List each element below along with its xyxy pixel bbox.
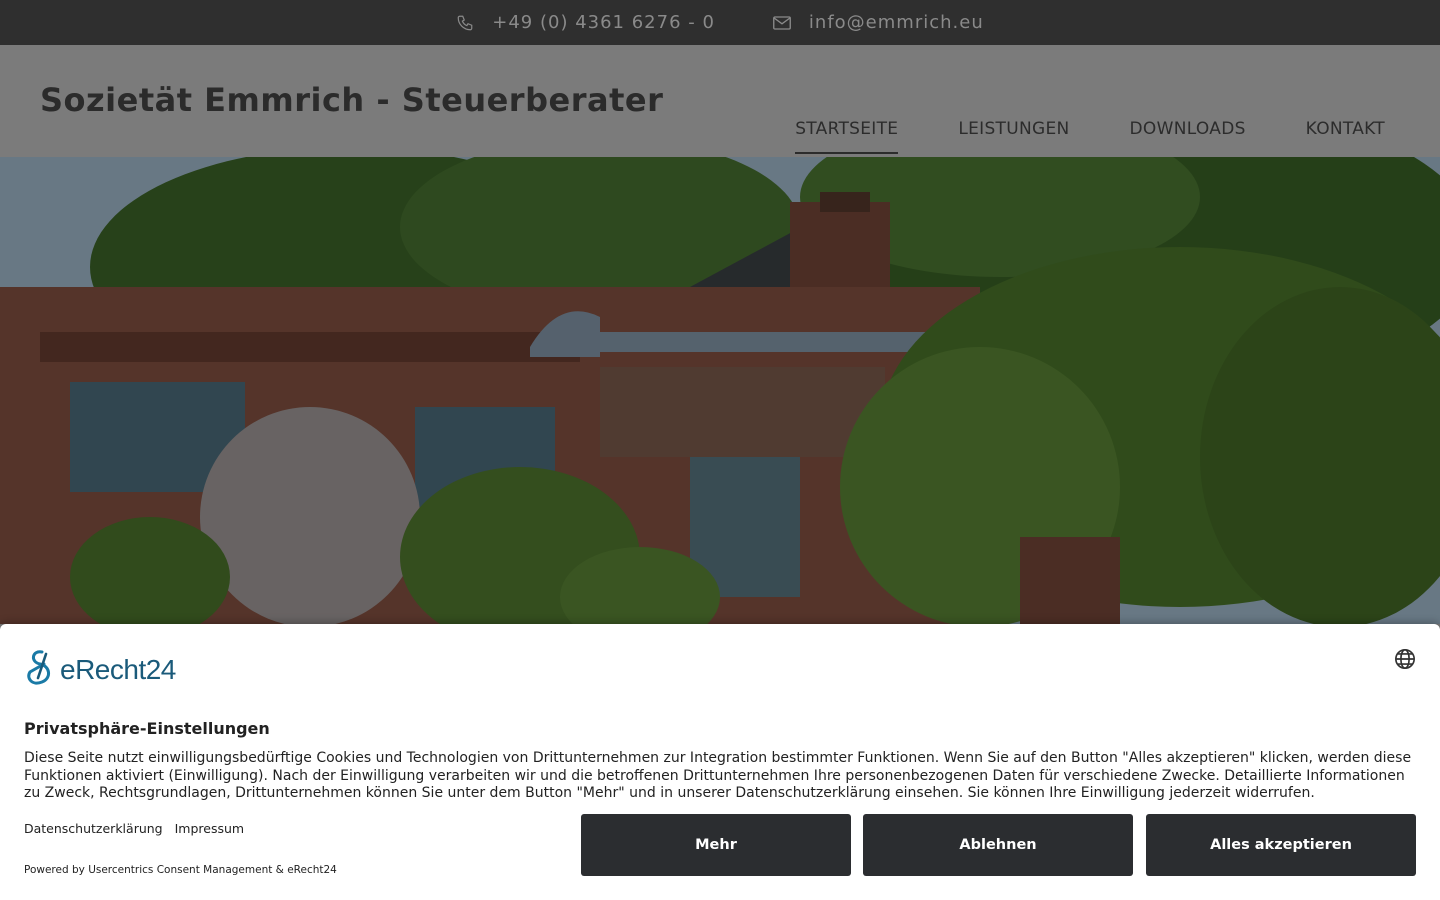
envelope-icon <box>772 15 791 30</box>
consent-title: Privatsphäre-Einstellungen <box>24 719 270 738</box>
accept-all-button[interactable]: Alles akzeptieren <box>1146 814 1416 876</box>
powered-by-text: Powered by Usercentrics Consent Manageme… <box>24 864 337 876</box>
hero-image <box>0 157 1440 624</box>
site-header: Sozietät Emmrich - Steuerberater STARTSE… <box>0 45 1440 157</box>
consent-links: Datenschutzerklärung Impressum <box>24 821 244 836</box>
nav-item-kontakt[interactable]: KONTAKT <box>1306 119 1385 154</box>
imprint-link[interactable]: Impressum <box>175 821 244 836</box>
erecht24-logo-icon <box>24 648 58 692</box>
cookie-consent-banner: eRecht24 Privatsphäre-Einstellungen Dies… <box>0 624 1440 900</box>
consent-text: Diese Seite nutzt einwilligungsbedürftig… <box>24 750 1412 801</box>
nav-item-leistungen[interactable]: LEISTUNGEN <box>958 119 1069 154</box>
deny-button[interactable]: Ablehnen <box>863 814 1133 876</box>
privacy-policy-link[interactable]: Datenschutzerklärung <box>24 821 163 836</box>
phone-icon <box>456 14 474 32</box>
erecht24-logo: eRecht24 <box>24 648 176 692</box>
more-button[interactable]: Mehr <box>581 814 851 876</box>
email-contact[interactable]: info@emmrich.eu <box>772 12 984 33</box>
main-nav: STARTSEITE LEISTUNGEN DOWNLOADS KONTAKT <box>795 119 1385 154</box>
phone-number[interactable]: +49 (0) 4361 6276 - 0 <box>492 12 715 33</box>
nav-item-downloads[interactable]: DOWNLOADS <box>1130 119 1246 154</box>
hero-overlay <box>0 157 1440 624</box>
phone-contact[interactable]: +49 (0) 4361 6276 - 0 <box>456 12 715 33</box>
nav-item-startseite[interactable]: STARTSEITE <box>795 119 899 154</box>
contact-bar: +49 (0) 4361 6276 - 0 info@emmrich.eu <box>0 0 1440 45</box>
globe-icon[interactable] <box>1394 648 1416 674</box>
brand-name: eRecht24 <box>60 654 176 685</box>
email-address[interactable]: info@emmrich.eu <box>809 12 984 33</box>
site-title[interactable]: Sozietät Emmrich - Steuerberater <box>40 81 663 119</box>
